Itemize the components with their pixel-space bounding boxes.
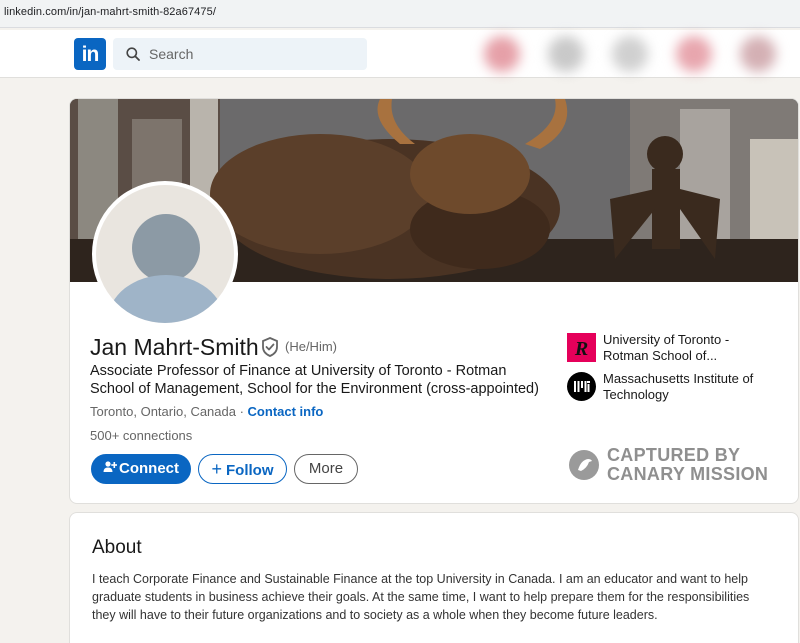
mit-logo-icon xyxy=(567,372,596,401)
profile-avatar[interactable] xyxy=(92,181,238,327)
plus-icon: + xyxy=(211,459,222,479)
connect-button[interactable]: Connect xyxy=(91,454,191,484)
watermark-text: CAPTURED BY CANARY MISSION xyxy=(607,446,768,484)
profile-pronouns: (He/Him) xyxy=(285,339,337,354)
linkedin-logo-icon[interactable]: in xyxy=(74,38,106,70)
default-person-icon xyxy=(108,214,224,323)
search-icon xyxy=(126,47,140,61)
search-box[interactable] xyxy=(113,38,367,70)
canary-bird-icon xyxy=(569,450,599,480)
about-text: I teach Corporate Finance and Sustainabl… xyxy=(92,572,750,622)
more-button[interactable]: More xyxy=(294,454,358,484)
blurred-nav-icons xyxy=(470,30,800,78)
follow-label: Follow xyxy=(226,462,274,479)
verified-shield-icon[interactable] xyxy=(261,337,279,357)
browser-address-bar[interactable]: linkedin.com/in/jan-mahrt-smith-82a67475… xyxy=(0,0,800,28)
contact-info-link[interactable]: Contact info xyxy=(248,404,324,419)
add-person-icon xyxy=(103,461,118,472)
connections-count: 500+ connections xyxy=(90,428,193,443)
search-input[interactable] xyxy=(149,38,359,70)
education-name: University of Toronto - Rotman School of… xyxy=(603,332,730,363)
profile-headline: Associate Professor of Finance at Univer… xyxy=(90,363,539,397)
watermark-line2: CANARY MISSION xyxy=(607,464,769,484)
profile-location: Toronto, Ontario, Canada xyxy=(90,404,236,419)
url-text: linkedin.com/in/jan-mahrt-smith-82a67475… xyxy=(4,6,216,18)
top-navigation: in xyxy=(0,30,800,78)
about-section: About I teach Corporate Finance and Sust… xyxy=(69,512,799,643)
follow-button[interactable]: + Follow xyxy=(198,454,287,484)
location-separator: · xyxy=(235,404,248,419)
profile-name: Jan Mahrt-Smith xyxy=(90,334,259,360)
about-title: About xyxy=(92,537,142,558)
watermark-line1: CAPTURED BY xyxy=(607,445,741,465)
connect-label: Connect xyxy=(119,460,179,477)
rotman-logo-icon: R xyxy=(567,333,596,362)
education-name: Massachusetts Institute of Technology xyxy=(603,371,754,402)
profile-location-line: Toronto, Ontario, Canada · Contact info xyxy=(90,404,323,419)
svg-text:R: R xyxy=(574,338,588,360)
canary-mission-watermark: CAPTURED BY CANARY MISSION xyxy=(569,446,769,486)
